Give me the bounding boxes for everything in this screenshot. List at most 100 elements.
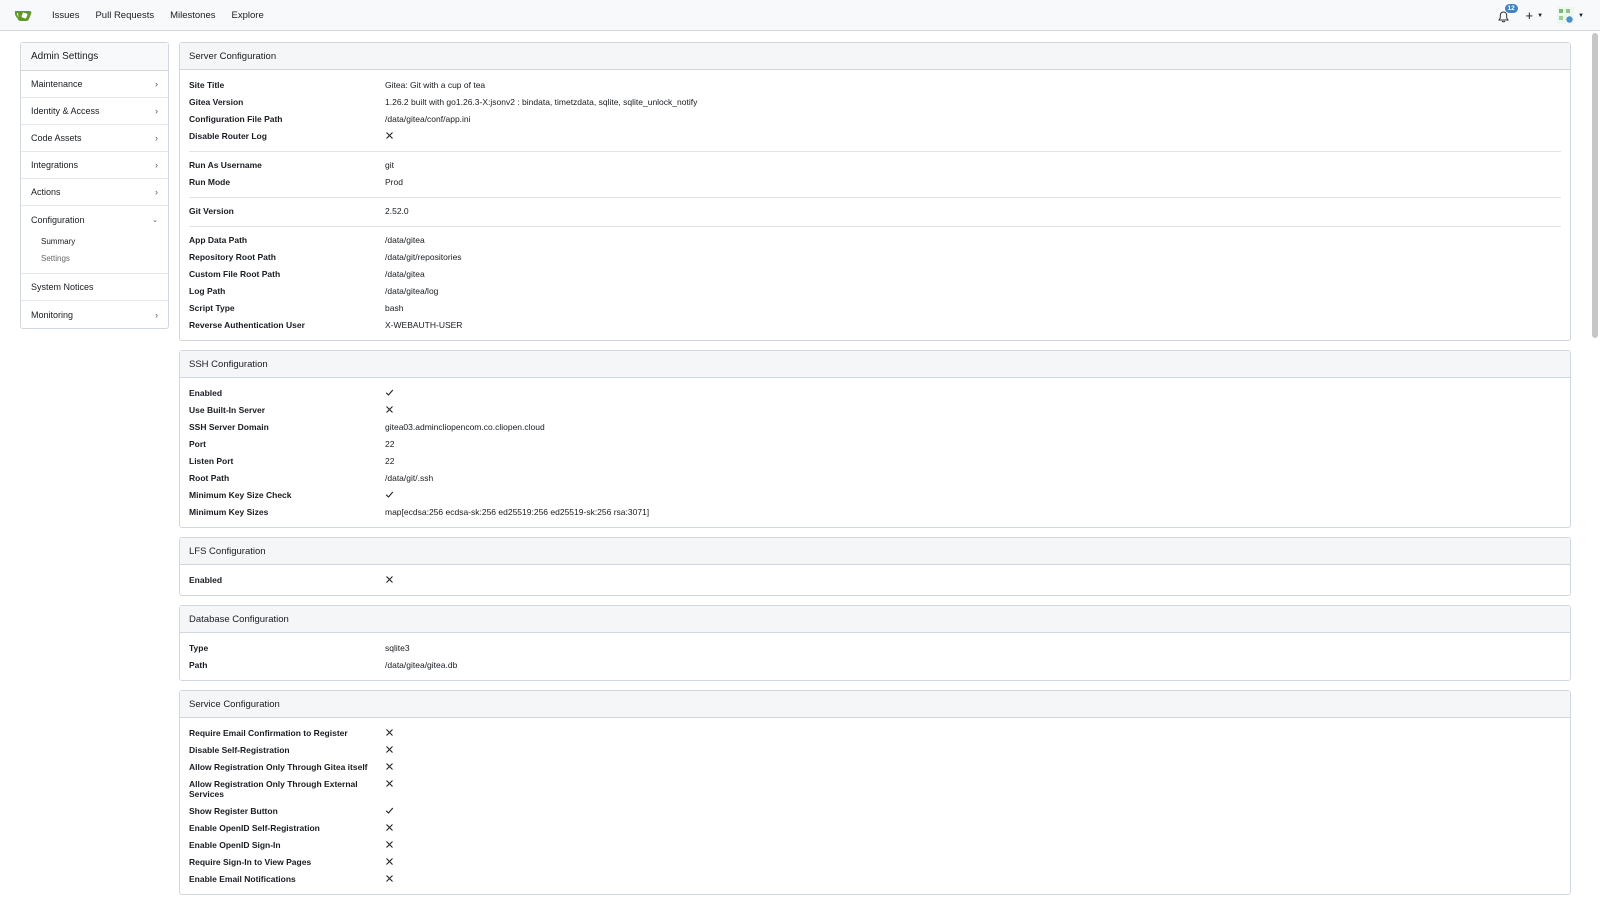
cross-icon (386, 132, 393, 139)
config-key: Show Register Button (189, 806, 278, 816)
server-configuration-section: Server Configuration Site Title Gitea: Gi… (179, 42, 1571, 341)
submenu-item-settings[interactable]: Settings (41, 250, 168, 267)
sidebar-item-maintenance[interactable]: Maintenance › (21, 71, 168, 98)
config-row: Configuration File Path/data/gitea/conf/… (189, 111, 1561, 128)
gitea-logo-icon[interactable] (14, 8, 33, 22)
config-row: Allow Registration Only Through Gitea it… (189, 759, 1561, 776)
config-value: /data/gitea (385, 235, 425, 245)
config-key: Allow Registration Only Through External… (189, 779, 358, 799)
sidebar-item-label: Integrations (31, 160, 79, 170)
sidebar-item-identity-access[interactable]: Identity & Access › (21, 98, 168, 125)
config-value: /data/git/.ssh (385, 473, 434, 483)
config-key: Enable Email Notifications (189, 874, 296, 884)
sidebar-item-code-assets[interactable]: Code Assets › (21, 125, 168, 152)
sidebar-item-label: Configuration (31, 214, 85, 225)
config-key: Require Email Confirmation to Register (189, 728, 348, 738)
config-row: Git Version 2.52.0 (189, 203, 1561, 220)
section-title: Service Configuration (180, 691, 1570, 718)
check-icon (385, 807, 394, 814)
sidebar-item-label: System Notices (31, 282, 94, 292)
config-key: SSH Server Domain (189, 422, 269, 432)
config-key: Gitea Version (189, 97, 244, 107)
config-value: git (385, 160, 394, 170)
config-key: Disable Self-Registration (189, 745, 290, 755)
config-row: Custom File Root Path/data/gitea (189, 266, 1561, 283)
nav-pull-requests[interactable]: Pull Requests (87, 10, 162, 21)
config-value: /data/gitea/gitea.db (385, 660, 458, 670)
sidebar-item-configuration[interactable]: Configuration ⌄ (21, 206, 168, 233)
config-key: Minimum Key Size Check (189, 490, 292, 500)
main-content: Server Configuration Site Title Gitea: Gi… (179, 42, 1571, 900)
chevron-down-icon: ⌄ (152, 216, 158, 224)
sidebar-item-integrations[interactable]: Integrations › (21, 152, 168, 179)
sidebar-item-label: Code Assets (31, 133, 82, 143)
config-key: Minimum Key Sizes (189, 507, 269, 517)
config-row: Allow Registration Only Through External… (189, 776, 1561, 803)
cross-icon (386, 576, 393, 583)
submenu-item-summary[interactable]: Summary (41, 233, 168, 250)
config-key: Repository Root Path (189, 252, 276, 262)
service-configuration-section: Service Configuration Require Email Conf… (179, 690, 1571, 895)
config-key: Path (189, 660, 208, 670)
section-title: SSH Configuration (180, 351, 1570, 378)
database-configuration-section: Database Configuration Type sqlite3 Path /… (179, 605, 1571, 681)
config-value: 2.52.0 (385, 206, 409, 216)
lfs-configuration-section: LFS Configuration Enabled (179, 537, 1571, 596)
config-row: SSH Server Domain gitea03.admincliopencom… (189, 419, 1561, 436)
cross-icon (386, 875, 393, 882)
config-key: Require Sign-In to View Pages (189, 857, 312, 867)
user-avatar (1557, 7, 1575, 24)
cross-icon (386, 780, 393, 787)
config-value: bash (385, 303, 404, 313)
sidebar-item-actions[interactable]: Actions › (21, 179, 168, 206)
chevron-right-icon: › (155, 106, 158, 116)
config-key: App Data Path (189, 235, 248, 245)
create-menu-button[interactable]: + ▼ (1526, 8, 1544, 23)
config-key: Listen Port (189, 456, 234, 466)
nav-explore[interactable]: Explore (224, 10, 272, 21)
config-row: Use Built-In Server (189, 402, 1561, 419)
caret-down-icon: ▼ (1578, 12, 1584, 19)
section-title: LFS Configuration (180, 538, 1570, 565)
ssh-configuration-section: SSH Configuration Enabled Use Built-In S… (179, 350, 1571, 528)
config-value: 1.26.2 built with go1.26.3-X:jsonv2 : bi… (385, 97, 698, 107)
config-row: Reverse Authentication User X-WEBAUTH-USE… (189, 317, 1561, 334)
sidebar-item-label: Actions (31, 187, 61, 197)
config-row: Require Sign-In to View Pages (189, 854, 1561, 871)
config-key: Type (189, 643, 209, 653)
sidebar-item-monitoring[interactable]: Monitoring › (21, 301, 168, 328)
config-key: Port (189, 439, 206, 449)
chevron-right-icon: › (155, 133, 158, 143)
config-key: Configuration File Path (189, 114, 283, 124)
config-value: gitea03.admincliopencom.co.cliopen.cloud (385, 422, 545, 432)
sidebar-title: Admin Settings (21, 43, 168, 71)
config-value: sqlite3 (385, 643, 410, 653)
config-row: Minimum Key Size Check (189, 487, 1561, 504)
notification-count-badge: 12 (1504, 3, 1518, 13)
sidebar-item-system-notices[interactable]: System Notices (21, 274, 168, 301)
config-value: /data/gitea/log (385, 286, 439, 296)
section-title: Server Configuration (180, 43, 1570, 70)
check-icon (385, 389, 394, 396)
sidebar-item-label: Maintenance (31, 79, 83, 89)
page-scrollbar[interactable] (1592, 33, 1598, 338)
notifications-button[interactable]: 12 (1497, 3, 1518, 23)
cross-icon (386, 858, 393, 865)
config-row: Site Title Gitea: Git with a cup of tea (189, 77, 1561, 94)
config-row: Path/data/gitea/gitea.db (189, 657, 1561, 674)
cross-icon (386, 824, 393, 831)
nav-milestones[interactable]: Milestones (162, 10, 223, 21)
config-row: Log Path/data/gitea/log (189, 283, 1561, 300)
config-row: Port 22 (189, 436, 1561, 453)
config-row: Disable Self-Registration (189, 742, 1561, 759)
chevron-right-icon: › (155, 160, 158, 170)
sidebar-item-label: Monitoring (31, 309, 74, 320)
user-menu-button[interactable]: ▼ (1557, 7, 1584, 24)
cross-icon (386, 746, 393, 753)
config-row: Enabled (189, 572, 1561, 589)
config-key: Site Title (189, 80, 225, 90)
config-value: Gitea: Git with a cup of tea (385, 80, 486, 90)
config-value: X-WEBAUTH-USER (385, 320, 463, 330)
config-row: Gitea Version 1.26.2 built with go1.26.3-… (189, 94, 1561, 111)
nav-issues[interactable]: Issues (44, 10, 87, 21)
